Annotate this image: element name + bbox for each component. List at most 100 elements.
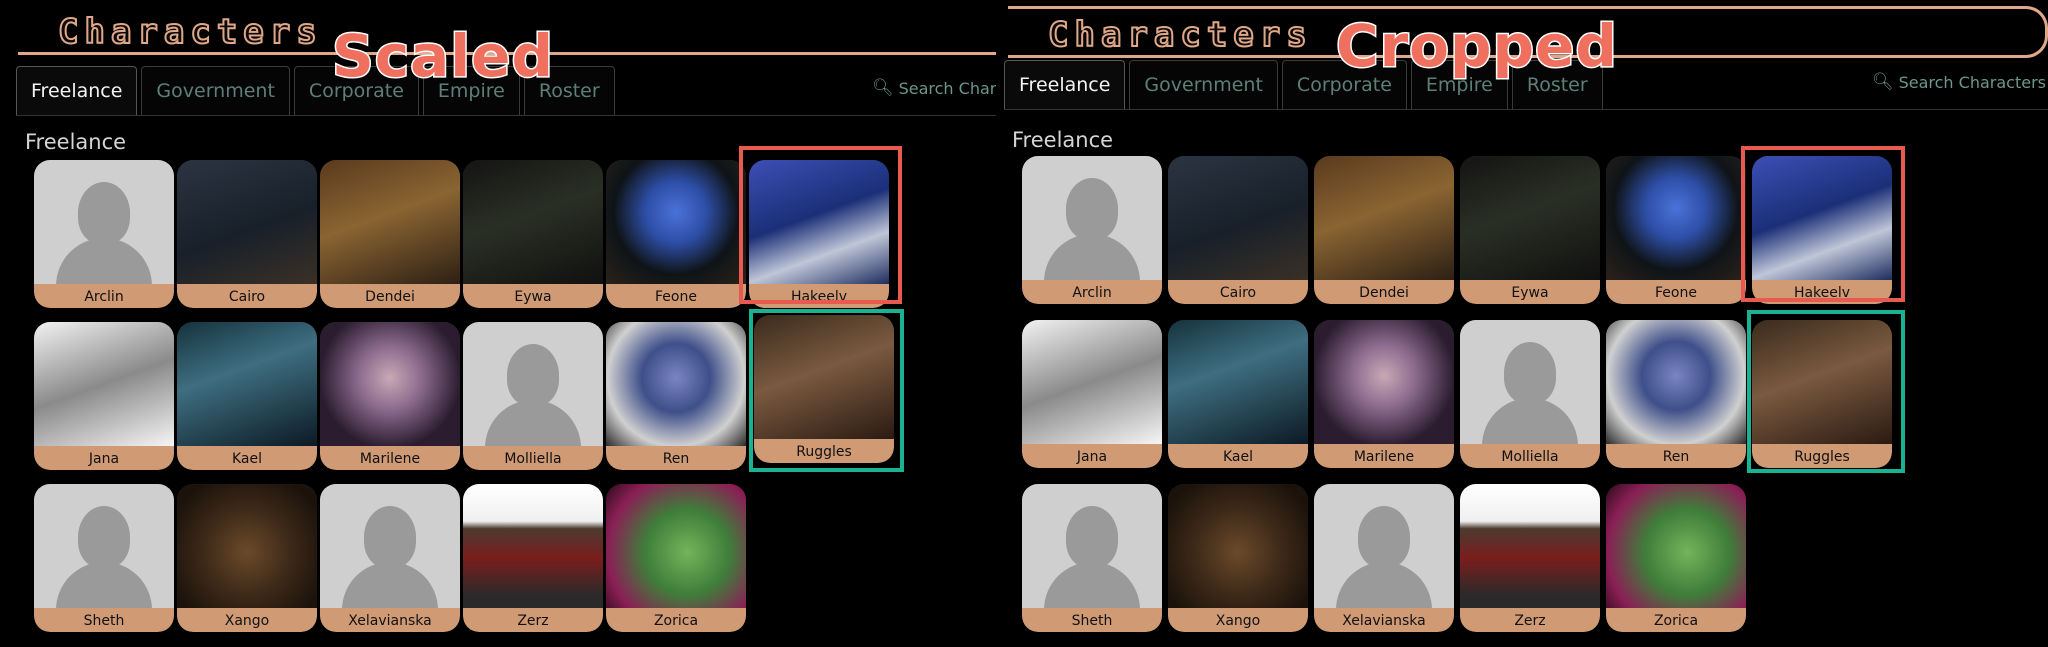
- tabs-divider: [1004, 109, 2048, 110]
- character-name: Kael: [1168, 444, 1308, 468]
- character-name: Kael: [177, 446, 317, 470]
- character-name: Sheth: [1022, 608, 1162, 632]
- portrait: [320, 484, 460, 612]
- character-card[interactable]: Molliella: [1460, 320, 1600, 468]
- tab-government[interactable]: Government: [141, 66, 290, 115]
- character-name: Hakeelv: [1752, 280, 1892, 304]
- search-characters[interactable]: 🔍︎ Search Characters: [1872, 72, 2046, 92]
- character-card[interactable]: Jana: [1022, 320, 1162, 468]
- character-card[interactable]: Hakeelv: [749, 160, 889, 308]
- character-card[interactable]: Hakeelv: [1752, 156, 1892, 304]
- character-name: Ruggles: [754, 439, 894, 463]
- portrait: [1460, 484, 1600, 608]
- character-card[interactable]: Kael: [177, 322, 317, 470]
- character-card[interactable]: Cairo: [1168, 156, 1308, 304]
- character-card[interactable]: Feone: [1606, 156, 1746, 304]
- character-card[interactable]: Dendei: [320, 160, 460, 308]
- character-card[interactable]: Kael: [1168, 320, 1308, 468]
- character-name: Zorica: [606, 608, 746, 632]
- character-name: Cairo: [1168, 280, 1308, 304]
- character-card[interactable]: Arclin: [1022, 156, 1162, 304]
- character-card[interactable]: Xelavianska: [1314, 484, 1454, 632]
- character-name: Eywa: [463, 284, 603, 308]
- character-card[interactable]: Zorica: [1606, 484, 1746, 632]
- tab-government[interactable]: Government: [1129, 60, 1278, 109]
- character-name: Xelavianska: [320, 608, 460, 632]
- character-name: Xango: [1168, 608, 1308, 632]
- character-card[interactable]: Sheth: [1022, 484, 1162, 632]
- portrait: [1314, 484, 1454, 612]
- character-name: Molliella: [1460, 444, 1600, 468]
- character-card[interactable]: Ruggles: [754, 315, 894, 463]
- portrait: [1168, 320, 1308, 444]
- character-card[interactable]: Zerz: [1460, 484, 1600, 632]
- portrait: [1168, 484, 1308, 608]
- character-name: Ren: [1606, 444, 1746, 468]
- character-card[interactable]: Marilene: [320, 322, 460, 470]
- character-card[interactable]: Jana: [34, 322, 174, 470]
- character-name: Zerz: [1460, 608, 1600, 632]
- portrait: [1606, 156, 1746, 280]
- portrait: [754, 315, 894, 439]
- character-card[interactable]: Ren: [1606, 320, 1746, 468]
- character-card[interactable]: Ruggles: [1752, 320, 1892, 468]
- portrait: [463, 160, 603, 284]
- portrait: [463, 484, 603, 608]
- character-card[interactable]: Zorica: [606, 484, 746, 632]
- portrait: [1168, 156, 1308, 280]
- character-card[interactable]: Feone: [606, 160, 746, 308]
- character-name: Marilene: [320, 446, 460, 470]
- character-card[interactable]: Sheth: [34, 484, 174, 632]
- portrait: [34, 484, 174, 612]
- portrait: [1022, 320, 1162, 444]
- portrait: [320, 322, 460, 446]
- portrait: [177, 484, 317, 608]
- character-name: Xelavianska: [1314, 608, 1454, 632]
- portrait: [606, 160, 746, 284]
- portrait: [606, 484, 746, 608]
- character-name: Hakeelv: [749, 284, 889, 308]
- search-label: Search Characters: [1898, 72, 2046, 92]
- character-card[interactable]: Marilene: [1314, 320, 1454, 468]
- portrait: [1606, 320, 1746, 444]
- character-name: Cairo: [177, 284, 317, 308]
- character-name: Sheth: [34, 608, 174, 632]
- scaled-label: Scaled: [330, 21, 555, 92]
- character-card[interactable]: Dendei: [1314, 156, 1454, 304]
- character-name: Ruggles: [1752, 444, 1892, 468]
- portrait: [1022, 484, 1162, 612]
- character-name: Jana: [1022, 444, 1162, 468]
- tab-freelance[interactable]: Freelance: [1004, 60, 1126, 109]
- character-name: Dendei: [1314, 280, 1454, 304]
- character-card[interactable]: Cairo: [177, 160, 317, 308]
- section-title: Freelance: [1012, 128, 1114, 152]
- search-label: Search Chara: [898, 78, 1000, 98]
- tab-freelance[interactable]: Freelance: [16, 66, 138, 115]
- search-icon: 🔍︎: [1872, 72, 1894, 92]
- character-name: Arclin: [34, 284, 174, 308]
- character-name: Xango: [177, 608, 317, 632]
- portrait: [1460, 156, 1600, 280]
- portrait: [1460, 320, 1600, 448]
- portrait: [177, 322, 317, 446]
- character-name: Jana: [34, 446, 174, 470]
- character-card[interactable]: Xelavianska: [320, 484, 460, 632]
- page-title: Characters: [57, 11, 323, 53]
- character-name: Zerz: [463, 608, 603, 632]
- character-card[interactable]: Ren: [606, 322, 746, 470]
- character-card[interactable]: Eywa: [463, 160, 603, 308]
- character-card[interactable]: Xango: [177, 484, 317, 632]
- tabs-divider: [16, 115, 1000, 116]
- character-card[interactable]: Arclin: [34, 160, 174, 308]
- portrait: [749, 160, 889, 284]
- character-card[interactable]: Xango: [1168, 484, 1308, 632]
- cropped-panel: Characters Freelance Government Corporat…: [1000, 0, 2048, 647]
- character-card[interactable]: Eywa: [1460, 156, 1600, 304]
- page-title: Characters: [1047, 14, 1313, 56]
- character-card[interactable]: Zerz: [463, 484, 603, 632]
- character-name: Molliella: [463, 446, 603, 470]
- character-card[interactable]: Molliella: [463, 322, 603, 470]
- portrait: [34, 322, 174, 446]
- portrait: [463, 322, 603, 450]
- search-characters[interactable]: 🔍︎ Search Chara: [872, 78, 1000, 98]
